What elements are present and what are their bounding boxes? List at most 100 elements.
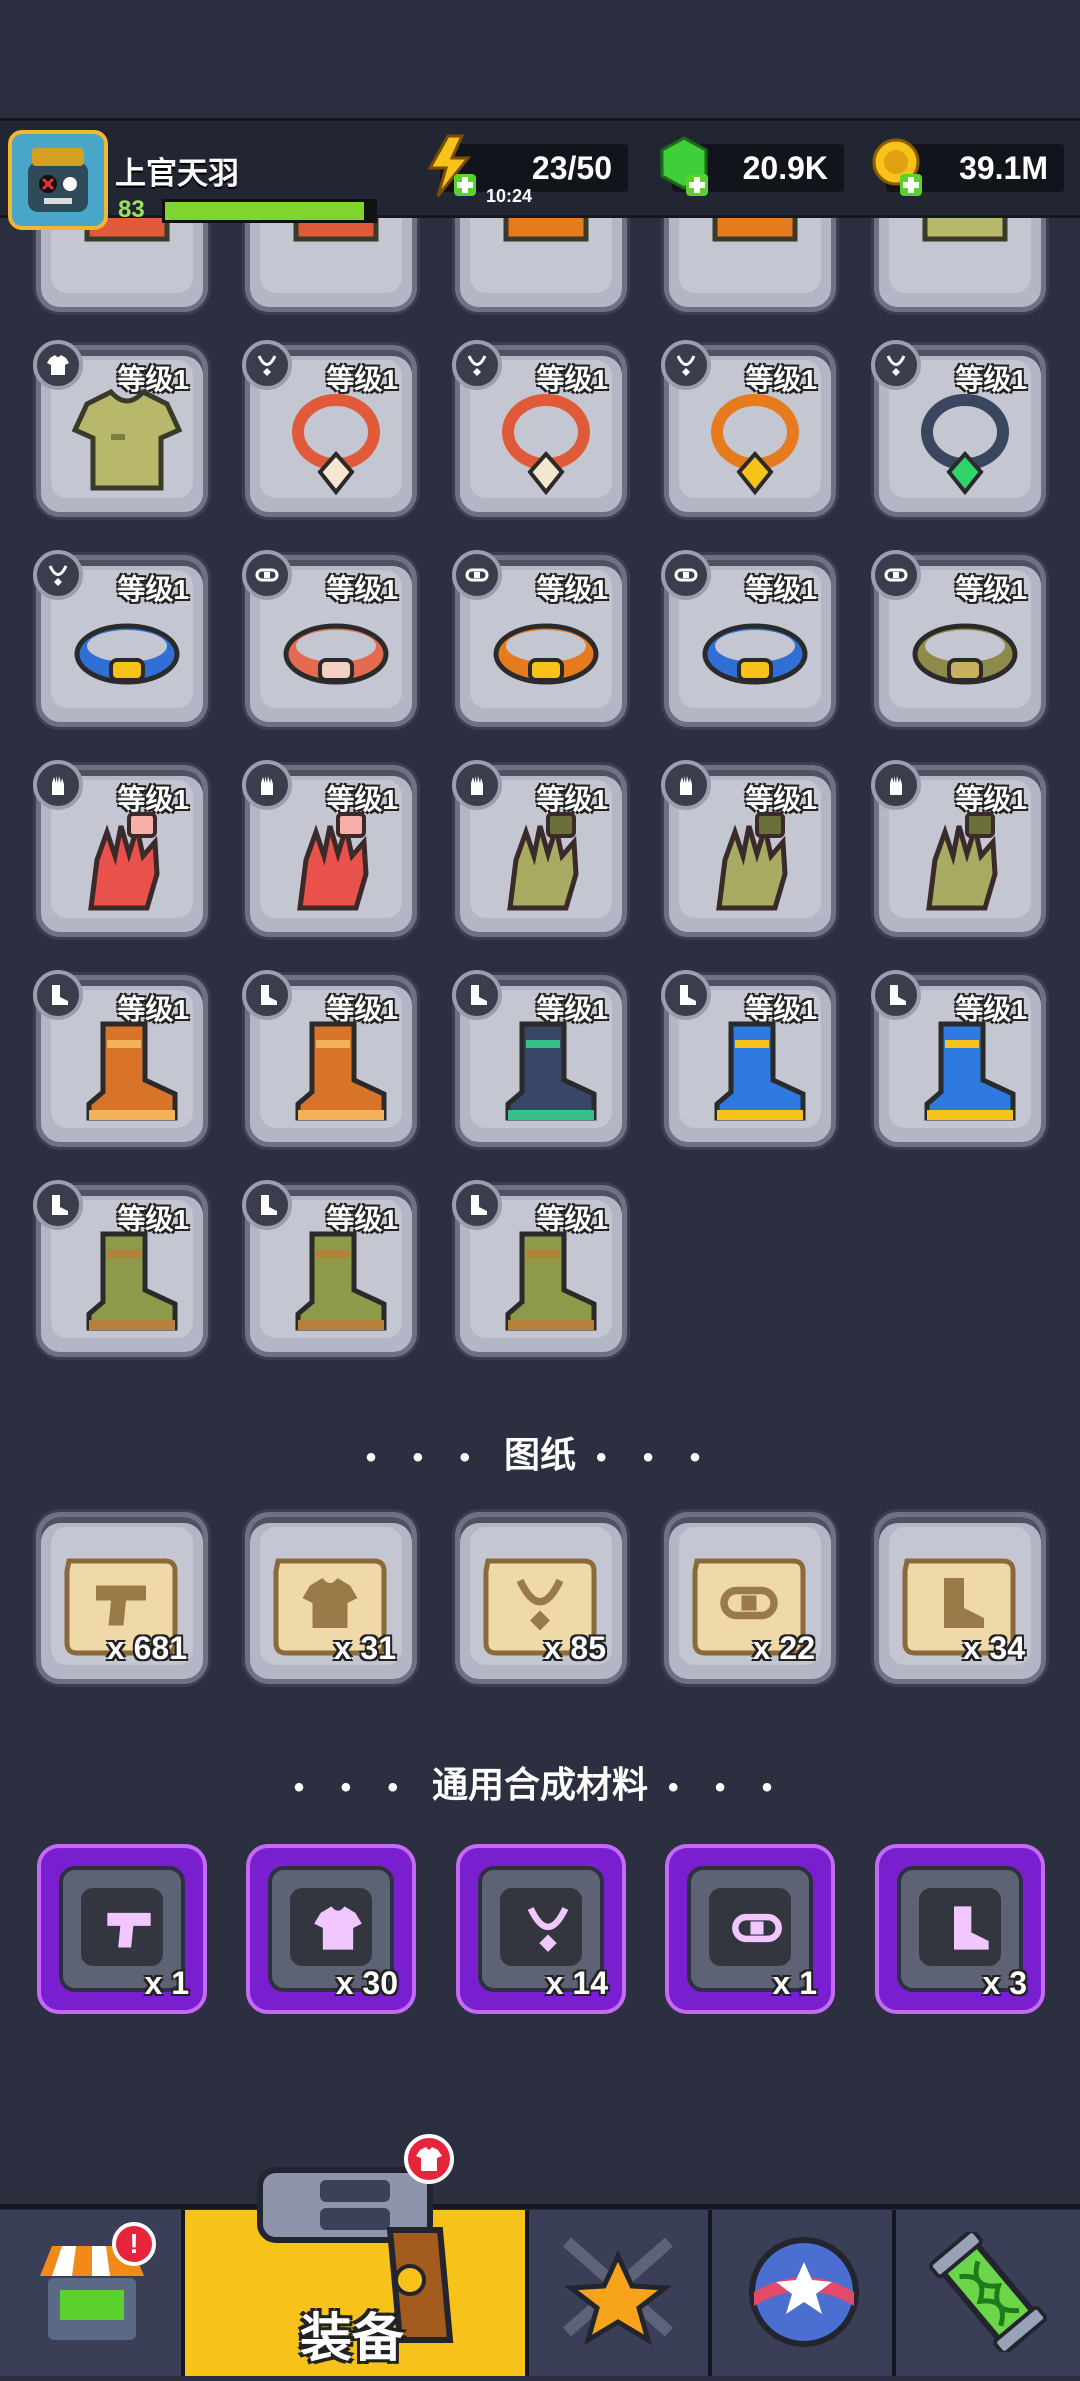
lightning-boot-icon — [714, 1021, 806, 1121]
equipment-tile-bandage-belt[interactable]: 等级1 — [242, 550, 417, 727]
nav-shop[interactable] — [0, 2210, 185, 2376]
player-level: 83 — [118, 196, 145, 223]
material-count: x 3 — [982, 1965, 1027, 2001]
boot-category-badge — [242, 970, 292, 1020]
blueprint-tile-necklace[interactable]: x 85 — [455, 1512, 627, 1684]
gem-plus-icon[interactable] — [656, 134, 712, 198]
material-screen — [290, 1888, 372, 1966]
necklace-category-badge — [661, 340, 711, 390]
equipment-tile-lightning-boot[interactable]: 等级1 — [871, 970, 1046, 1147]
blueprint-count: x 22 — [752, 1630, 815, 1666]
material-tile-necklace[interactable]: x 14 — [456, 1844, 626, 2014]
material-tile-boot[interactable]: x 3 — [875, 1844, 1045, 2014]
equipment-tile-lightning-belt[interactable]: 等级1 — [452, 550, 627, 727]
equipment-tile-camo-boot[interactable]: 等级1 — [452, 1180, 627, 1357]
boot-icon — [52, 1195, 68, 1215]
blueprint-count: x 34 — [962, 1630, 1025, 1666]
equipment-tile-army-belt[interactable]: 等级1 — [871, 550, 1046, 727]
boot-category-badge — [661, 970, 711, 1020]
belt-category-badge — [452, 550, 502, 600]
gold-plus-icon[interactable] — [870, 134, 926, 198]
boot-category-badge — [871, 970, 921, 1020]
boot-icon — [471, 985, 487, 1005]
red-glove-icon — [88, 812, 160, 911]
blue-orb-belt-icon — [702, 623, 808, 685]
boot-icon — [261, 985, 277, 1005]
equipment-tile-navy-boot[interactable]: 等级1 — [452, 970, 627, 1147]
nav-gacha[interactable] — [712, 2210, 896, 2376]
belt-category-badge — [242, 550, 292, 600]
material-tile-belt[interactable]: x 1 — [665, 1844, 835, 2014]
equipment-tile-camo-glove[interactable]: 等级1 — [871, 760, 1046, 937]
equipment-tile-red-glove[interactable]: 等级1 — [33, 760, 208, 937]
equipment-tile-camo-boot[interactable]: 等级1 — [33, 1180, 208, 1357]
blueprint-tile-boot[interactable]: x 34 — [874, 1512, 1046, 1684]
boot-icon — [680, 985, 696, 1005]
gold-value: 39.1M — [959, 150, 1048, 186]
energy-counter[interactable]: 23/50 — [427, 134, 628, 197]
necklace-icon — [886, 355, 906, 376]
lightning-necklace-icon — [711, 394, 799, 496]
necklace-category-badge — [242, 340, 292, 390]
shirt-category-badge — [33, 340, 83, 390]
equipment-tile-brown-boot[interactable]: 等级1 — [242, 970, 417, 1147]
star-swords-icon — [563, 2237, 673, 2346]
equipment-tile-lightning-boot[interactable]: 等级1 — [661, 970, 836, 1147]
nav-research[interactable] — [896, 2210, 1080, 2376]
material-screen — [81, 1888, 163, 1966]
equipment-tile-lightning-necklace[interactable]: 等级1 — [661, 340, 836, 517]
blueprint-count: x 681 — [106, 1630, 187, 1666]
gold-counter[interactable]: 39.1M — [872, 138, 1064, 196]
nav-battle[interactable] — [529, 2210, 712, 2376]
equipment-tile-blue-orb-belt[interactable]: 等级1 — [661, 550, 836, 727]
camo-glove-icon — [926, 812, 998, 911]
necklace-icon — [467, 355, 487, 376]
equipment-tile-bone-necklace[interactable]: 等级1 — [242, 340, 417, 517]
blueprint-count: x 85 — [543, 1630, 606, 1666]
necklace-icon — [676, 355, 696, 376]
equipment-tile-blue-belt[interactable]: 等级1 — [33, 550, 208, 727]
belt-icon — [674, 568, 698, 582]
gem-counter[interactable]: 20.9K — [660, 136, 844, 196]
equipment-tile-camo-glove[interactable]: 等级1 — [661, 760, 836, 937]
energy-plus-icon[interactable] — [424, 134, 480, 198]
navy-boot-icon — [505, 1021, 597, 1121]
equipment-tile-camo-boot[interactable]: 等级1 — [242, 1180, 417, 1357]
materials-section-title: • • • 通用合成材料 • • • — [0, 1756, 1080, 1808]
equipment-tile-red-glove[interactable]: 等级1 — [242, 760, 417, 937]
equipment-tile-brown-boot[interactable]: 等级1 — [33, 970, 208, 1147]
shirt-icon — [47, 355, 69, 375]
material-tile-shirt[interactable]: x 30 — [246, 1844, 416, 2014]
title-dots-left: • • • — [365, 1441, 484, 1474]
necklace-icon — [527, 1907, 569, 1952]
blueprint-tile-shirt[interactable]: x 31 — [245, 1512, 417, 1684]
camo-glove-icon — [507, 812, 579, 911]
player-avatar[interactable] — [8, 130, 108, 230]
glove-icon — [680, 776, 692, 795]
blueprints-title: 图纸 — [503, 1434, 576, 1475]
blueprint-tile-gun[interactable]: x 681 — [36, 1512, 208, 1684]
shirt-icon — [314, 1906, 362, 1950]
glove-category-badge — [661, 760, 711, 810]
equipment-tile-bone-necklace[interactable]: 等级1 — [452, 340, 627, 517]
energy-value: 23/50 — [531, 150, 612, 186]
boot-icon — [890, 985, 906, 1005]
belt-icon — [255, 568, 279, 582]
army-belt-icon — [912, 623, 1018, 685]
xp-bar — [162, 199, 377, 223]
blueprint-tile-belt[interactable]: x 22 — [664, 1512, 836, 1684]
material-tile-gun[interactable]: x 1 — [37, 1844, 207, 2014]
equipment-tile-camo-shirt[interactable]: 等级1 — [33, 340, 208, 517]
necklace-category-badge — [33, 550, 83, 600]
nav-equipment-label: 装备 — [300, 2310, 405, 2368]
orb-icon — [749, 2237, 859, 2347]
glove-category-badge — [242, 760, 292, 810]
glove-icon — [261, 776, 273, 795]
bandage-belt-icon — [283, 623, 389, 685]
boot-category-badge — [33, 970, 83, 1020]
equipment-tile-camo-glove[interactable]: 等级1 — [452, 760, 627, 937]
camo-boot-icon — [505, 1231, 597, 1331]
equipment-tile-emerald-necklace[interactable]: 等级1 — [871, 340, 1046, 517]
material-screen — [500, 1888, 582, 1966]
boot-category-badge — [452, 970, 502, 1020]
